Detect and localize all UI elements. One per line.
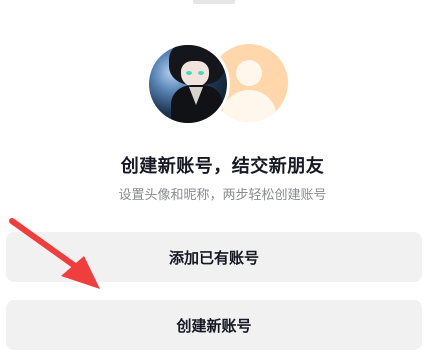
create-new-account-button[interactable]: 创建新账号 [6, 300, 422, 350]
page-title: 创建新账号，结交新朋友 [120, 156, 325, 177]
avatar-group [146, 42, 288, 126]
user-avatar [146, 42, 230, 126]
add-existing-account-button[interactable]: 添加已有账号 [6, 232, 422, 282]
page-subtitle: 设置头像和昵称，两步轻松创建账号 [118, 188, 327, 203]
sheet-handle [193, 0, 235, 4]
